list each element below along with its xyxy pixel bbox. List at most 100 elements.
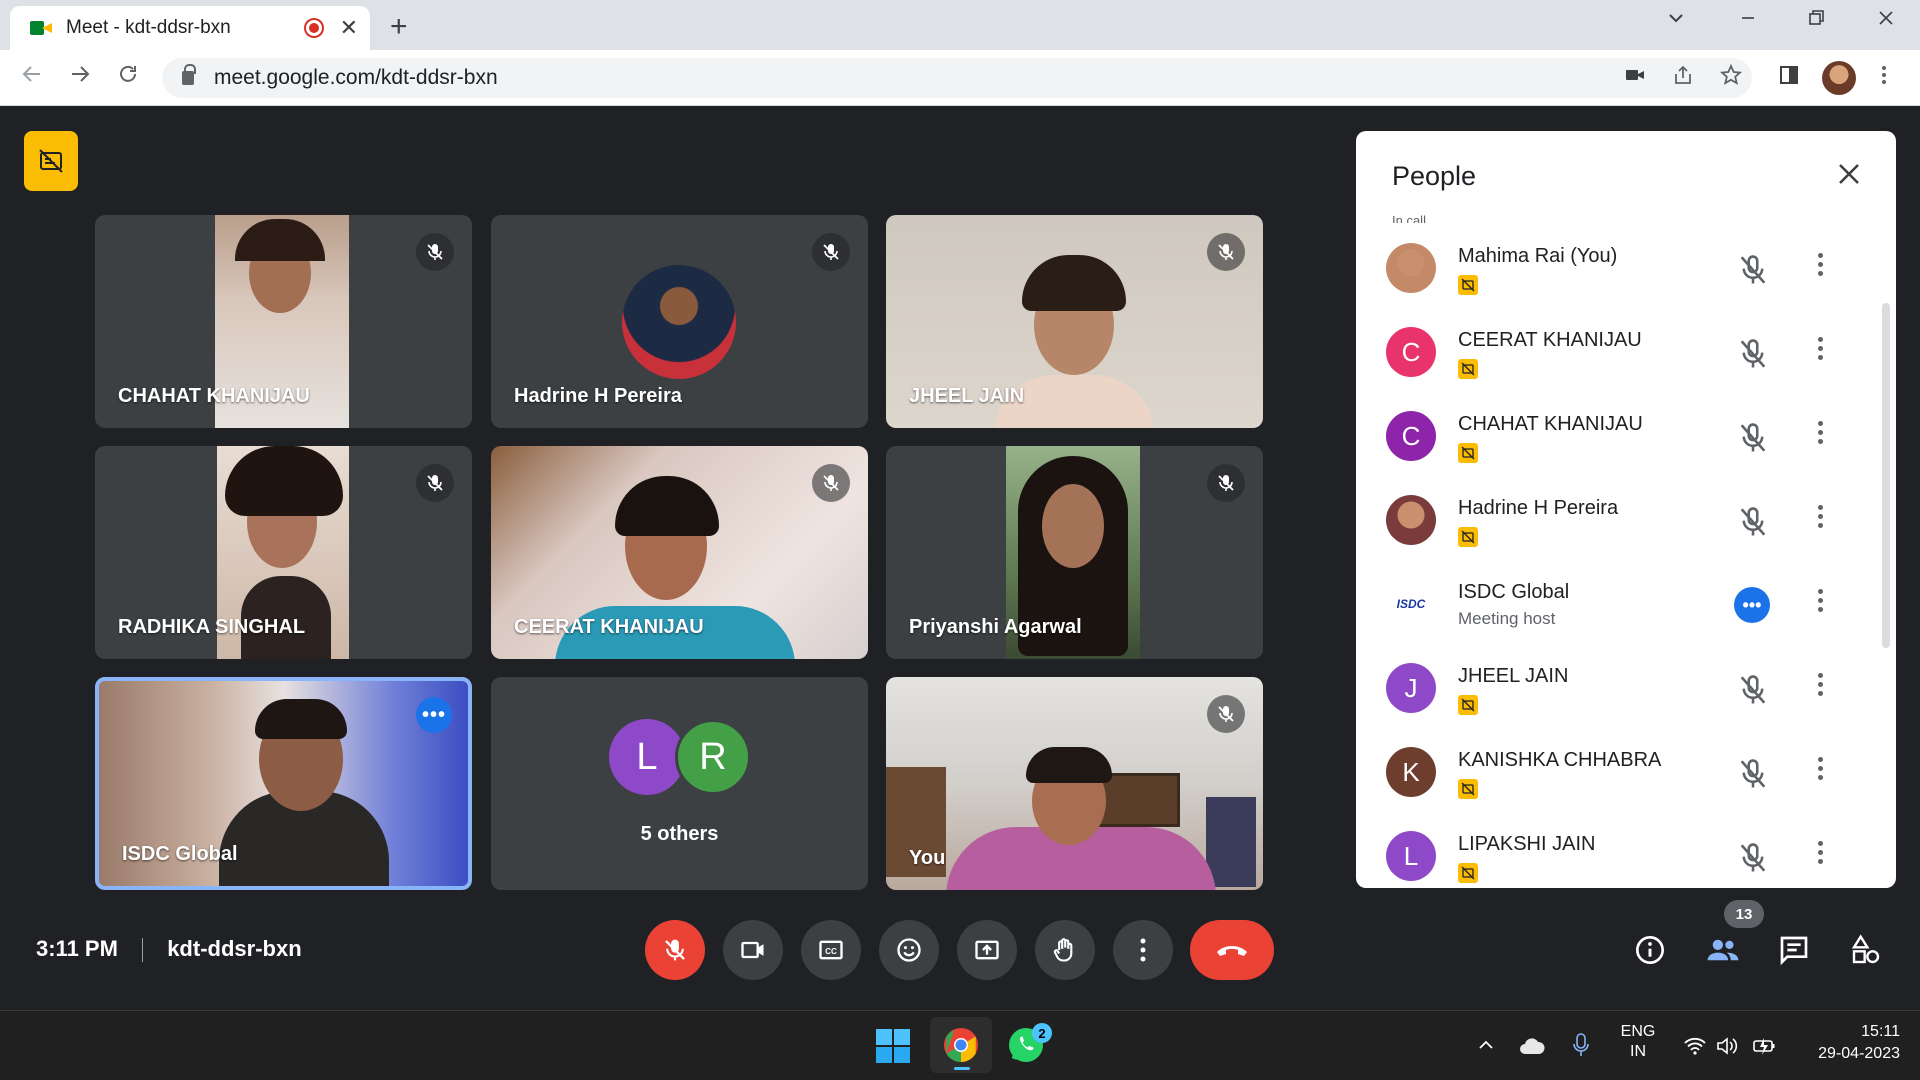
captions-off-icon (1458, 695, 1478, 715)
language-indicator[interactable]: ENG IN (1620, 1023, 1656, 1061)
profile-avatar[interactable] (1822, 61, 1856, 95)
self-tile[interactable]: You (886, 677, 1263, 890)
muted-mic-icon (1207, 695, 1245, 733)
participant-row[interactable]: C CHAHAT KHANIJAU (1356, 399, 1876, 483)
side-panel-icon[interactable] (1778, 64, 1800, 92)
chrome-taskbar-button[interactable] (930, 1017, 992, 1073)
people-icon (1707, 939, 1739, 961)
microphone-tray-icon[interactable] (1572, 1033, 1590, 1064)
participant-tile[interactable]: CHAHAT KHANIJAU (95, 215, 472, 428)
reload-button[interactable] (116, 62, 140, 93)
volume-icon[interactable] (1716, 1036, 1738, 1061)
participant-tile[interactable]: CEERAT KHANIJAU (491, 446, 868, 659)
participant-row[interactable]: C CEERAT KHANIJAU (1356, 315, 1876, 399)
captions-button[interactable]: CC (801, 920, 861, 980)
more-options-button[interactable] (1113, 920, 1173, 980)
windows-start-icon[interactable] (876, 1029, 910, 1068)
minimize-button[interactable] (1738, 8, 1758, 34)
participant-name: JHEEL JAIN (1458, 665, 1569, 687)
mic-toggle-button[interactable] (645, 920, 705, 980)
clock-date: 29-04-2023 (1818, 1045, 1900, 1062)
avatar: ISDC (1386, 579, 1436, 629)
participant-row[interactable]: Hadrine H Pereira (1356, 483, 1876, 567)
participant-name: CHAHAT KHANIJAU (118, 385, 310, 407)
participant-tile[interactable]: Hadrine H Pereira (491, 215, 868, 428)
participant-more-options-icon[interactable] (1818, 337, 1824, 364)
participant-name: Hadrine H Pereira (1458, 497, 1619, 519)
participant-tile[interactable]: Priyanshi Agarwal (886, 446, 1263, 659)
avatar: K (1386, 747, 1436, 797)
muted-mic-icon (812, 233, 850, 271)
captions-off-icon[interactable] (24, 131, 78, 191)
others-tile[interactable]: L R 5 others (491, 677, 868, 890)
participant-tile[interactable]: ••• ISDC Global (95, 677, 472, 890)
participant-row[interactable]: J JHEEL JAIN (1356, 651, 1876, 735)
forward-button[interactable] (68, 62, 92, 93)
tray-chevron-up-icon[interactable] (1476, 1035, 1496, 1060)
muted-mic-icon (812, 464, 850, 502)
participant-row[interactable]: Mahima Rai (You) (1356, 231, 1876, 315)
new-tab-button[interactable]: + (390, 10, 408, 44)
system-clock[interactable]: 15:11 29-04-2023 (1800, 1023, 1900, 1063)
participant-more-options-icon[interactable] (1818, 841, 1824, 868)
address-bar[interactable]: meet.google.com/kdt-ddsr-bxn (162, 58, 1752, 98)
language-code: ENG (1620, 1023, 1656, 1040)
participant-name: Hadrine H Pereira (514, 385, 682, 407)
raise-hand-button[interactable] (1035, 920, 1095, 980)
participant-tile[interactable]: JHEEL JAIN (886, 215, 1263, 428)
restore-button[interactable] (1806, 8, 1826, 34)
participant-name: Mahima Rai (You) (1458, 245, 1618, 267)
leave-call-button[interactable] (1190, 920, 1274, 980)
browser-tab[interactable]: Meet - kdt-ddsr-bxn ✕ (10, 6, 370, 50)
tab-search-chevron-icon[interactable] (1666, 8, 1686, 34)
wifi-icon[interactable] (1684, 1037, 1706, 1060)
participant-row[interactable]: ISDC ISDC Global Meeting host ••• (1356, 567, 1876, 651)
share-icon[interactable] (1672, 64, 1694, 92)
more-vert-icon (1140, 938, 1146, 962)
clock-time: 15:11 (1861, 1023, 1900, 1040)
participant-more-options-icon[interactable] (1818, 757, 1824, 784)
participant-more-options-icon[interactable] (1818, 505, 1824, 532)
avatar (1386, 495, 1436, 545)
window-close-button[interactable] (1876, 8, 1896, 34)
raise-hand-icon (1053, 938, 1073, 962)
present-button[interactable] (957, 920, 1017, 980)
muted-mic-icon (1736, 673, 1770, 712)
camera-toggle-button[interactable] (723, 920, 783, 980)
participant-row[interactable]: K KANISHKA CHHABRA (1356, 735, 1876, 819)
muted-mic-icon (1736, 505, 1770, 544)
meeting-details-button[interactable] (1630, 930, 1670, 970)
participant-more-options-icon[interactable] (1818, 421, 1824, 448)
activities-button[interactable] (1846, 930, 1886, 970)
back-button[interactable] (20, 62, 44, 93)
onedrive-cloud-icon[interactable] (1518, 1037, 1546, 1060)
avatar: C (1386, 411, 1436, 461)
participant-row[interactable]: L LIPAKSHI JAIN (1356, 819, 1876, 888)
participant-tile[interactable]: RADHIKA SINGHAL (95, 446, 472, 659)
participant-more-options-icon[interactable] (1818, 253, 1824, 280)
chat-button[interactable] (1774, 930, 1814, 970)
reactions-button[interactable] (879, 920, 939, 980)
emoji-icon (897, 938, 921, 962)
chrome-menu-icon[interactable] (1880, 64, 1888, 92)
chat-icon (1780, 936, 1808, 966)
mic-off-icon (665, 939, 685, 961)
tab-title: Meet - kdt-ddsr-bxn (66, 17, 231, 38)
participant-more-options-icon[interactable] (1818, 589, 1824, 616)
panel-title: People (1392, 161, 1477, 191)
close-panel-button[interactable] (1836, 159, 1862, 193)
participant-more-options-icon[interactable] (1818, 673, 1824, 700)
battery-charging-icon[interactable] (1752, 1036, 1778, 1061)
current-time: 3:11 PM (36, 936, 118, 961)
panel-scrollbar[interactable] (1882, 303, 1890, 648)
captions-off-icon (1458, 443, 1478, 463)
meet-favicon-icon (30, 19, 52, 37)
avatar: J (1386, 663, 1436, 713)
muted-mic-icon (1207, 464, 1245, 502)
camera-in-use-icon[interactable] (1624, 64, 1646, 92)
participant-name: ISDC Global (1458, 581, 1570, 603)
bookmark-star-icon[interactable] (1719, 63, 1743, 92)
tab-close-icon[interactable]: ✕ (340, 15, 358, 41)
people-button[interactable] (1703, 930, 1743, 970)
captions-off-icon (1458, 275, 1478, 295)
